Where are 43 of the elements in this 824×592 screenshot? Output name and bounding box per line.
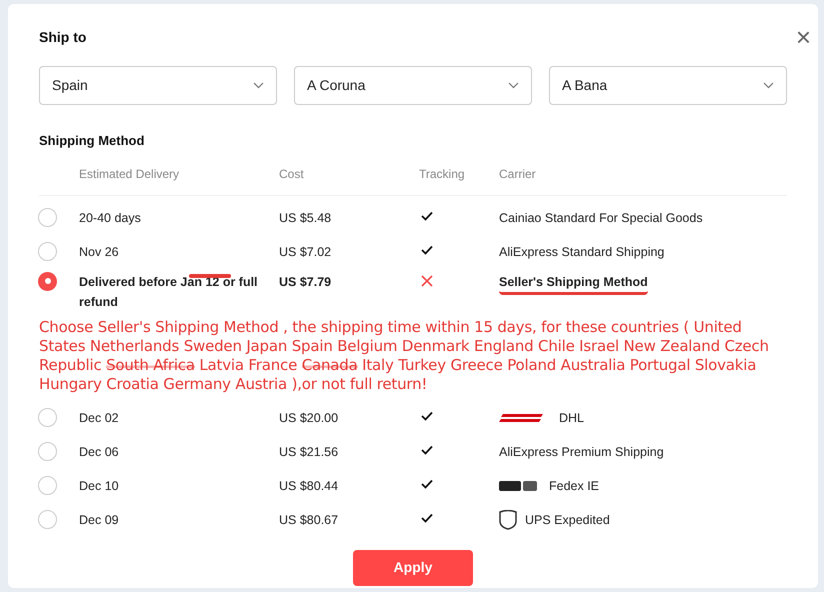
carrier-text: AliExpress Standard Shipping: [499, 244, 664, 261]
cost-text: US $80.44: [279, 478, 340, 494]
radio-button[interactable]: [38, 476, 57, 494]
carrier-text: AliExpress Premium Shipping: [499, 444, 664, 461]
chevron-icon: [763, 82, 774, 89]
carrier-text: Fedex IE: [549, 478, 600, 494]
cost-text: US $5.48: [279, 210, 332, 226]
column-header: Cost: [279, 166, 305, 182]
cost-text: US $20.00: [279, 410, 340, 426]
chevron-icon: [253, 82, 264, 89]
cost-text: US $7.79: [279, 274, 332, 290]
chevron-icon: [508, 82, 519, 89]
carrier-text: UPS Expedited: [525, 512, 610, 529]
select-field[interactable]: Spain: [39, 66, 277, 105]
select-field[interactable]: A Coruna: [294, 66, 532, 105]
radio-button[interactable]: [38, 442, 57, 460]
delivery-text: Dec 02: [79, 410, 120, 426]
delivery-text: Dec 06: [79, 444, 120, 460]
radio-button[interactable]: [38, 510, 57, 528]
column-header: Estimated Delivery: [79, 166, 180, 182]
radio-button[interactable]: [38, 408, 57, 426]
carrier-text: Cainiao Standard For Special Goods: [499, 210, 703, 227]
delivery-text: Dec 10: [79, 478, 120, 494]
carrier-text: Seller's Shipping Method: [499, 272, 648, 294]
carrier-text: DHL: [559, 410, 584, 426]
cost-text: US $21.56: [279, 444, 340, 460]
cost-text: US $80.67: [279, 512, 340, 528]
delivery-text: Nov 26: [79, 244, 120, 260]
annotation-text: Choose Seller's Shipping Method , the shipping time within 15 days, for these countries ( United States Netherlands Sweden Japan Spain Belgium Denmark England Chile Israel New Zealand Czech Republic South Africa Latvia France Canada Italy Turkey Greece Poland Australia Portugal Slovakia Hungary Croatia Germany Austria ),or not full return!: [39, 318, 770, 394]
cost-text: US $7.02: [279, 244, 332, 260]
dialog-title: Ship to: [39, 28, 86, 47]
column-header: Tracking: [419, 166, 466, 182]
column-header: Carrier: [499, 166, 537, 182]
delivery-text: 20-40 days: [79, 210, 142, 227]
delivery-text: Dec 09: [79, 512, 120, 528]
radio-button[interactable]: [38, 208, 57, 226]
select-field[interactable]: A Bana: [549, 66, 787, 105]
shield-icon: [499, 510, 517, 530]
radio-button[interactable]: [38, 272, 57, 290]
logo-icon: [499, 480, 537, 492]
radio-button[interactable]: [38, 242, 57, 260]
close-button[interactable]: ×: [796, 24, 811, 50]
section-title: Shipping Method: [39, 132, 146, 150]
